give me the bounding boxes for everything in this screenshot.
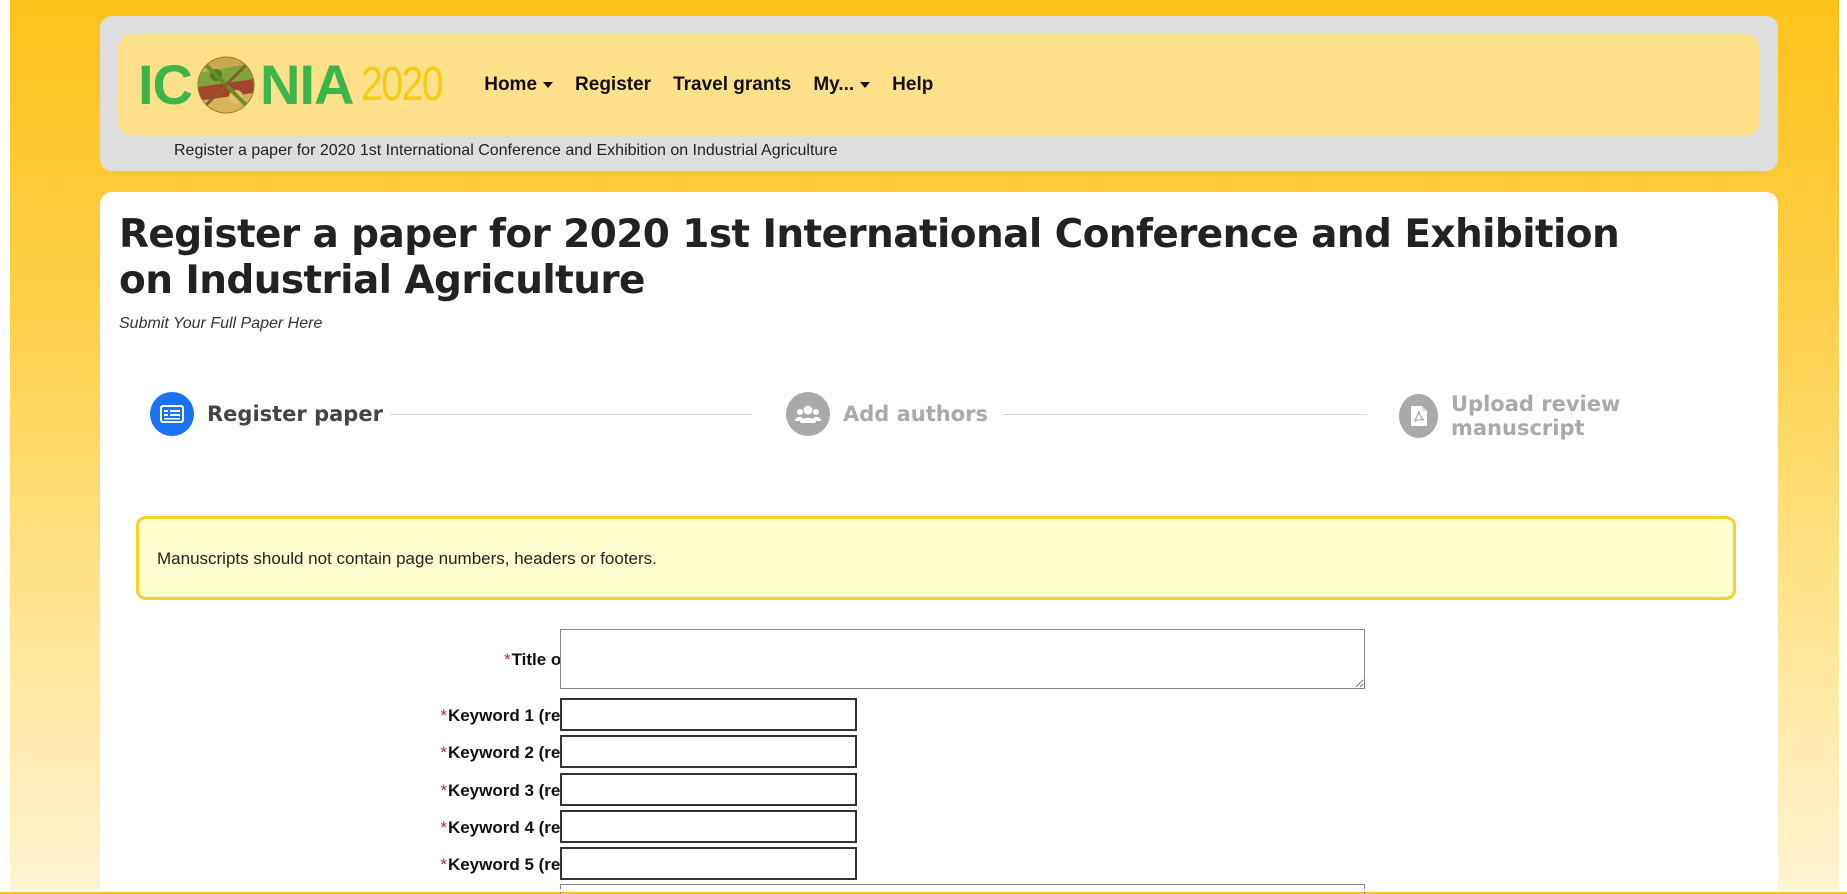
page-right-edge xyxy=(1839,0,1847,892)
header-card: IC NIA 2020 Home Register Travel grants … xyxy=(100,16,1778,171)
required-marker: * xyxy=(440,743,447,762)
nav-my-label: My... xyxy=(813,74,855,95)
site-logo[interactable]: IC NIA 2020 xyxy=(138,50,460,120)
logo-text-nia: NIA xyxy=(260,53,354,116)
step-label: Add authors xyxy=(843,402,989,426)
globe-logo-icon xyxy=(197,56,255,114)
step-upload-manuscript[interactable]: Upload review manuscript xyxy=(1399,392,1726,440)
notice-box: Manuscripts should not contain page numb… xyxy=(136,516,1736,600)
page-subtitle: Submit Your Full Paper Here xyxy=(119,315,323,332)
pdf-icon xyxy=(1399,394,1438,438)
title-input[interactable] xyxy=(560,629,1365,689)
required-marker: * xyxy=(440,706,447,725)
main-card: Register a paper for 2020 1st Internatio… xyxy=(100,192,1778,894)
nav-register-label: Register xyxy=(575,74,652,95)
notice-text: Manuscripts should not contain page numb… xyxy=(157,549,657,568)
breadcrumb: Register a paper for 2020 1st Internatio… xyxy=(174,142,838,159)
nav-travel-grants[interactable]: Travel grants xyxy=(673,74,791,96)
chevron-down-icon xyxy=(543,82,554,88)
navbar: IC NIA 2020 Home Register Travel grants … xyxy=(118,34,1759,136)
keyword-5-input[interactable] xyxy=(560,847,857,880)
nav-menu: Home Register Travel grants My... Help xyxy=(484,74,955,96)
required-marker: * xyxy=(503,650,511,669)
progress-stepper: Register paper Add authors Upload review… xyxy=(150,392,1726,440)
nav-home-label: Home xyxy=(484,74,538,95)
step-label: Upload review manuscript xyxy=(1451,392,1621,440)
step-add-authors[interactable]: Add authors xyxy=(786,392,988,436)
nav-travel-grants-label: Travel grants xyxy=(673,74,792,95)
logo-text-ic: IC xyxy=(138,53,193,116)
chevron-down-icon xyxy=(860,82,871,88)
step-connector xyxy=(390,414,752,415)
users-icon xyxy=(786,392,830,436)
keyword-4-input[interactable] xyxy=(560,810,857,843)
logo-year: 2020 xyxy=(361,58,444,111)
page-left-edge xyxy=(0,0,10,892)
form-icon xyxy=(150,392,194,436)
page-title: Register a paper for 2020 1st Internatio… xyxy=(119,212,1620,303)
nav-help[interactable]: Help xyxy=(892,74,933,96)
keyword-3-input[interactable] xyxy=(560,773,857,806)
nav-my[interactable]: My... xyxy=(813,74,871,96)
nav-help-label: Help xyxy=(892,74,934,95)
keyword-2-input[interactable] xyxy=(560,735,857,768)
step-register-paper[interactable]: Register paper xyxy=(150,392,383,436)
step-connector xyxy=(1003,414,1367,415)
step-label: Register paper xyxy=(207,402,383,426)
nav-home[interactable]: Home xyxy=(484,74,554,96)
required-marker: * xyxy=(440,818,447,837)
nav-register[interactable]: Register xyxy=(575,74,651,96)
required-marker: * xyxy=(440,855,447,874)
keyword-1-input[interactable] xyxy=(560,698,857,731)
required-marker: * xyxy=(440,781,447,800)
